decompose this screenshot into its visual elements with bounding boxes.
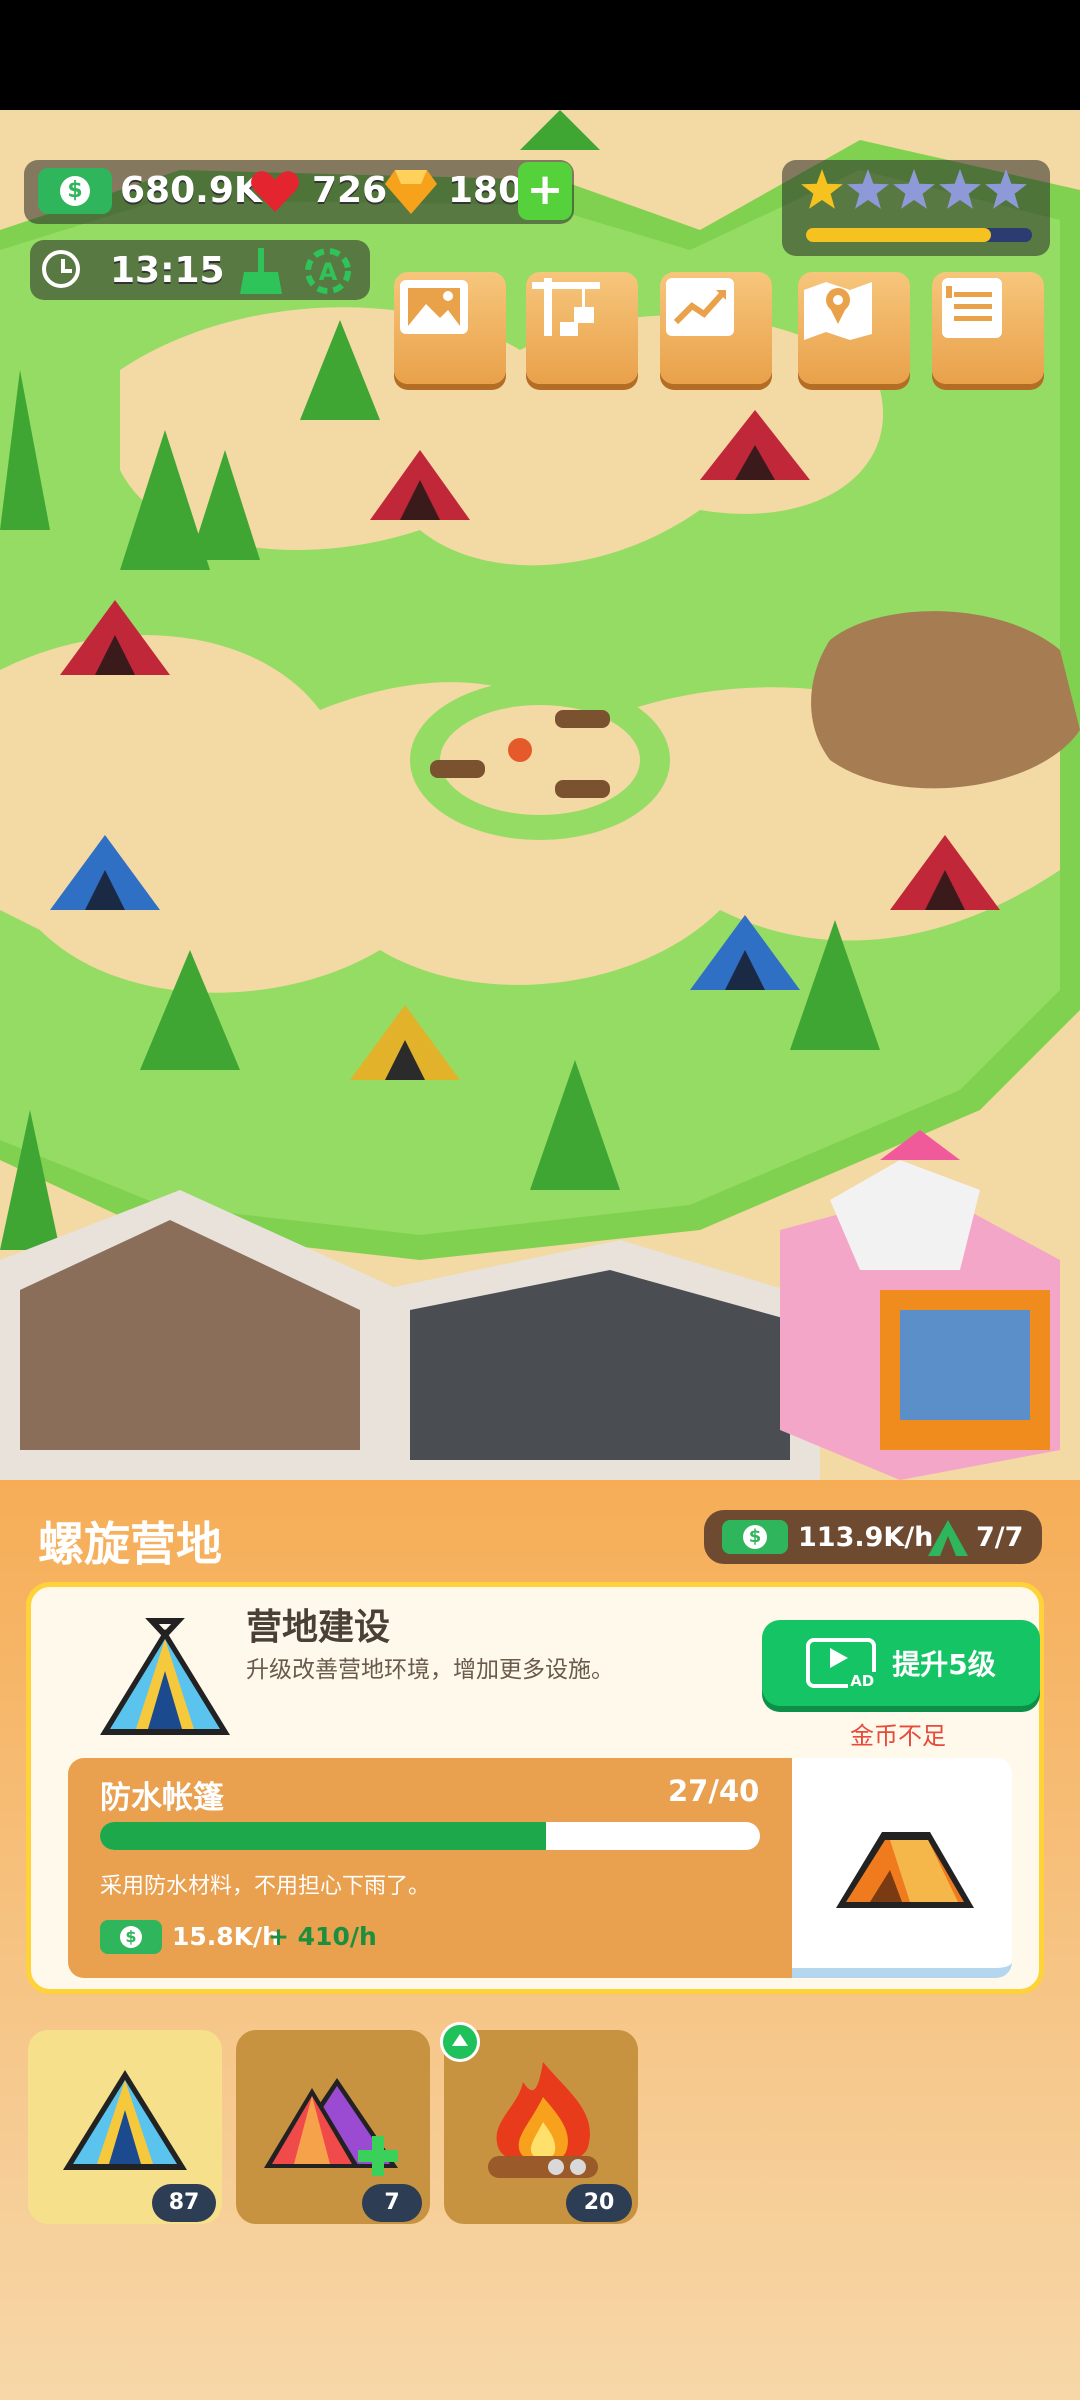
tab-tents-count: 87 (152, 2184, 216, 2222)
chart-icon (666, 278, 734, 336)
upgrade-button-label: 提升5级 (892, 1648, 996, 1681)
camp-name: 螺旋营地 (38, 1517, 222, 1571)
gems-value: 180 (448, 170, 524, 211)
item-progress-text: 27/40 (668, 1774, 760, 1808)
notes-button[interactable] (932, 272, 1044, 384)
image-icon (400, 280, 468, 334)
star-4 (939, 169, 981, 209)
status-bar (0, 0, 1080, 110)
item-progress-fill (100, 1822, 546, 1850)
cash-icon: $ (38, 168, 112, 214)
gem-icon (385, 168, 437, 214)
game-world[interactable]: $ 680.9K 726 180 + 13:15 A (0, 110, 1080, 1480)
camp-panel: 螺旋营地 $ 113.9K/h 7/7 营地建设 升级改善营地环境，增加更多设施… (0, 1480, 1080, 2400)
crane-icon (532, 278, 600, 336)
waterproof-tent-icon (830, 1818, 980, 1928)
add-tents-icon (262, 2068, 412, 2188)
map-button[interactable] (798, 272, 910, 384)
tent-count-icon (926, 1518, 970, 1558)
camp-tent-icon (90, 1615, 240, 1745)
svg-text:A: A (319, 258, 338, 286)
item-income: 15.8K/h (172, 1922, 280, 1951)
hearts-value: 726 (312, 170, 388, 211)
timer-value: 13:15 (110, 250, 225, 291)
item-bonus: + 410/h (268, 1922, 377, 1951)
build-button[interactable] (526, 272, 638, 384)
stats-button[interactable] (660, 272, 772, 384)
star-progress-track (806, 228, 1032, 242)
item-cash-icon: $ (100, 1920, 162, 1954)
tent-icon (55, 2060, 195, 2180)
section-title: 营地建设 (246, 1607, 391, 1648)
tents-count: 7/7 (976, 1522, 1024, 1553)
gallery-button[interactable] (394, 272, 506, 384)
heart-icon (250, 168, 300, 214)
campfire-icon (468, 2052, 618, 2192)
insufficient-coins: 金币不足 (850, 1722, 946, 1750)
item-name: 防水帐篷 (100, 1780, 224, 1816)
item-description: 采用防水材料，不用担心下雨了。 (100, 1874, 431, 1899)
clock-icon (42, 250, 80, 288)
map-icon (804, 282, 872, 340)
auto-icon[interactable]: A (300, 246, 356, 296)
star-5 (985, 169, 1027, 209)
star-1 (801, 169, 843, 209)
money-value: 680.9K (120, 170, 262, 211)
star-progress-fill (806, 228, 992, 242)
tab-campfire-count: 20 (566, 2184, 632, 2222)
broom-icon[interactable] (238, 246, 284, 296)
upgrade-5-button[interactable]: AD 提升5级 (762, 1620, 1040, 1706)
income-rate: 113.9K/h (798, 1522, 934, 1553)
section-description: 升级改善营地环境，增加更多设施。 (246, 1657, 614, 1683)
star-2 (847, 169, 889, 209)
income-cash-icon: $ (722, 1520, 788, 1554)
tab-add-tents-count: 7 (362, 2184, 422, 2222)
item-progress-bar (100, 1822, 760, 1850)
star-rating (798, 168, 1038, 214)
star-3 (893, 169, 935, 209)
add-currency-button[interactable]: + (518, 162, 572, 220)
notes-icon (942, 278, 1002, 338)
video-ad-icon: AD (806, 1638, 877, 1690)
